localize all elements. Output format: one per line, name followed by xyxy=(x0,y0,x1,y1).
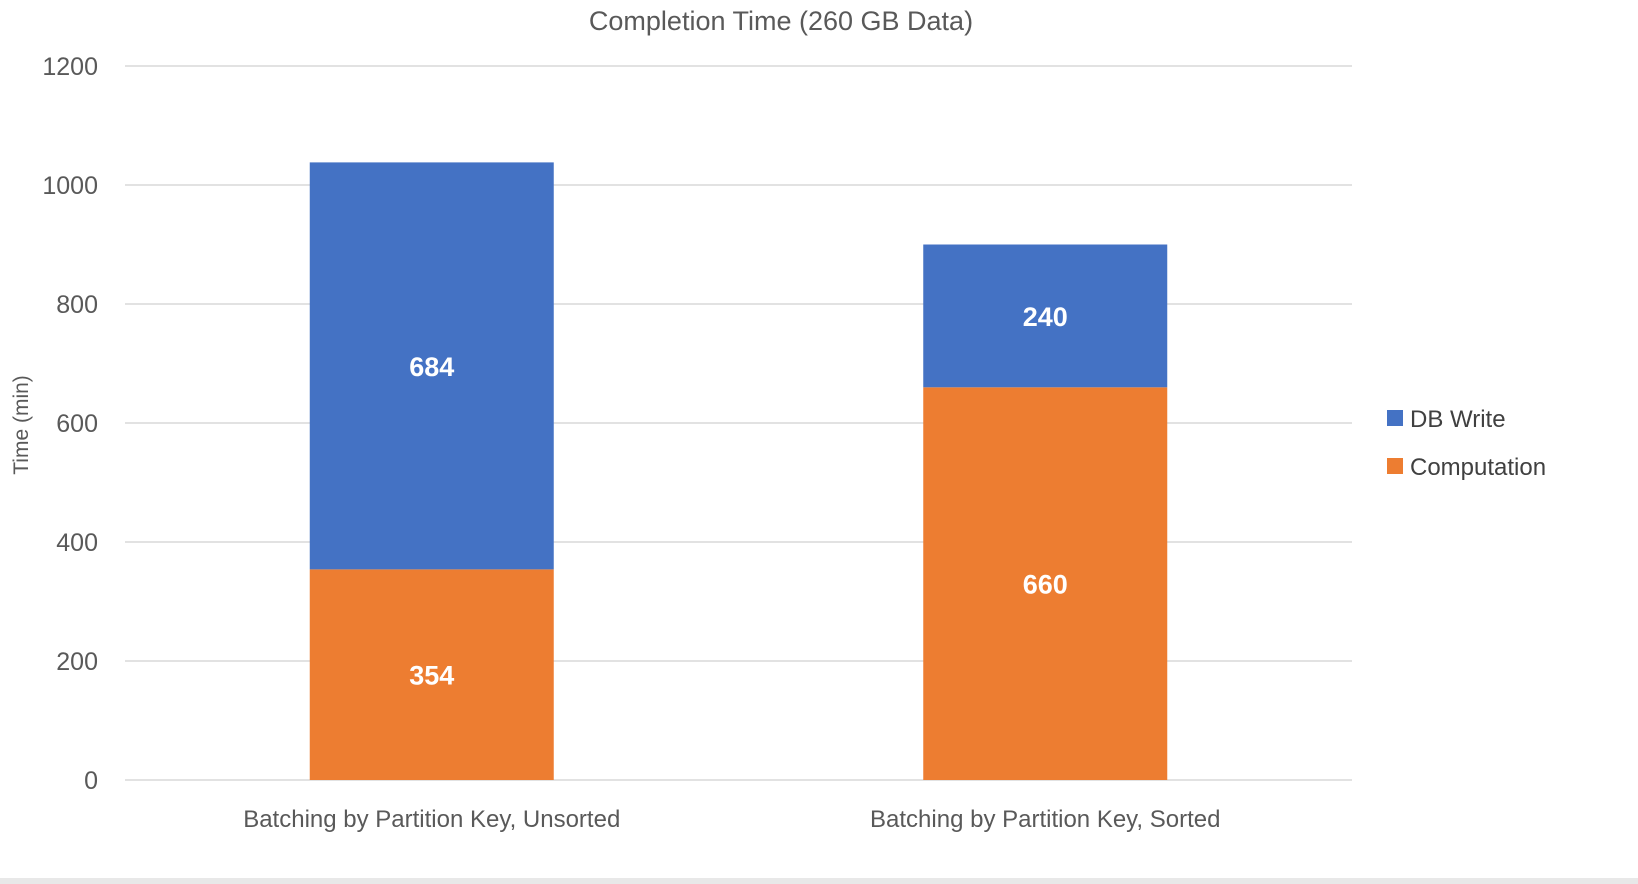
legend-label: Computation xyxy=(1410,454,1546,481)
data-label: 240 xyxy=(1023,302,1068,332)
gridlines xyxy=(125,65,1352,781)
y-tick-label: 1200 xyxy=(42,53,98,81)
chart-title: Completion Time (260 GB Data) xyxy=(589,6,973,36)
data-label: 684 xyxy=(409,352,454,382)
x-category-label: Batching by Partition Key, Unsorted xyxy=(243,806,620,833)
legend: DB Write Computation xyxy=(1387,406,1546,481)
x-axis-categories: Batching by Partition Key, Unsorted Batch… xyxy=(243,806,1220,833)
legend-label: DB Write xyxy=(1410,406,1506,433)
legend-swatch xyxy=(1387,458,1403,474)
y-axis-label: Time (min) xyxy=(10,375,33,475)
bars: 354 684 660 240 xyxy=(309,162,1168,780)
y-tick-label: 400 xyxy=(56,529,98,557)
y-tick-label: 0 xyxy=(84,767,98,795)
y-tick-label: 200 xyxy=(56,648,98,676)
bottom-border xyxy=(0,878,1638,884)
y-tick-label: 800 xyxy=(56,291,98,319)
y-axis-ticks: 0 200 400 600 800 1000 1200 xyxy=(42,53,98,795)
data-label: 354 xyxy=(409,661,454,691)
data-label: 660 xyxy=(1023,570,1068,600)
legend-swatch xyxy=(1387,410,1403,426)
y-tick-label: 600 xyxy=(56,410,98,438)
y-tick-label: 1000 xyxy=(42,172,98,200)
x-category-label: Batching by Partition Key, Sorted xyxy=(870,806,1220,833)
stacked-bar-chart: Completion Time (260 GB Data) 0 200 400 600… xyxy=(10,6,1546,833)
